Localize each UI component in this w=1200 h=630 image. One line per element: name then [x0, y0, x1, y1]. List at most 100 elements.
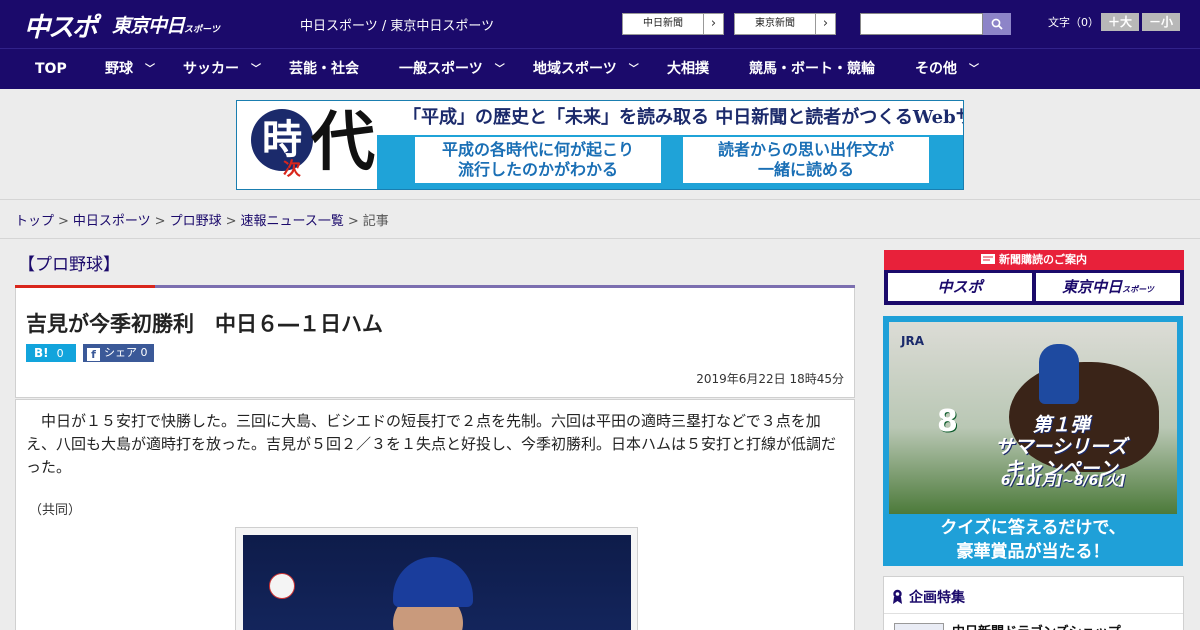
banner-box-line: 流行したのかがわかる: [457, 160, 618, 179]
hatena-bookmark-icon: B!: [34, 346, 49, 360]
article-headline: 吉見が今季初勝利 中日６―１日ハム: [26, 312, 383, 336]
article-photo[interactable]: [243, 535, 631, 630]
banner-box-left: 平成の各時代に何が起こり 流行したのかがわかる: [415, 137, 661, 183]
breadcrumb-top[interactable]: トップ: [15, 214, 54, 229]
ribbon-icon: [893, 589, 902, 604]
publish-date: 2019年6月22日 18時45分: [696, 372, 844, 386]
font-size-increase-button[interactable]: ＋大: [1101, 13, 1139, 31]
newspaper-icon: [981, 254, 995, 264]
facebook-share-count: 0: [140, 346, 148, 359]
jra-copy-line: 豪華賞品が当たる！: [956, 542, 1110, 562]
subscription-box[interactable]: 新聞購読のご案内 中スポ 東京中日スポーツ: [884, 250, 1184, 305]
nav-item-racing[interactable]: 競馬・ボート・競輪: [749, 49, 875, 89]
jra-title-line: サマーシリーズ: [995, 436, 1127, 458]
nav-label: サッカー: [183, 61, 239, 77]
subscribe-tokyo-chunichi-text: 東京中日: [1062, 278, 1123, 296]
chunichi-shimbun-label: 中日新聞: [643, 18, 683, 29]
feature-box: 企画特集 中日新聞ドラゴンズショップ: [883, 576, 1184, 630]
chevron-right-icon: ›: [703, 14, 723, 34]
article-photo-frame: [235, 527, 638, 630]
breadcrumb-separator: >: [225, 214, 237, 229]
breadcrumb-pro-baseball[interactable]: プロ野球: [170, 214, 222, 229]
subscription-header-text: 新聞購読のご案内: [999, 253, 1087, 266]
banner-logo: 時 次 代: [237, 101, 377, 189]
subscribe-tokyo-chunichi-sub: スポーツ: [1122, 285, 1154, 294]
nav-label: 野球: [105, 61, 133, 77]
nav-label: 競馬・ボート・競輪: [749, 61, 875, 77]
nav-item-soccer[interactable]: サッカー ﹀: [183, 49, 261, 89]
breadcrumb-news-list[interactable]: 速報ニュース一覧: [241, 214, 344, 229]
chevron-right-icon: ›: [815, 14, 835, 34]
feature-header-text: 企画特集: [909, 590, 965, 606]
subscription-header: 新聞購読のご案内: [884, 250, 1184, 270]
facebook-icon: f: [87, 348, 100, 361]
nav-label: その他: [915, 61, 957, 77]
banner-headline: 「平成」の歴史と「未来」を読み取る 中日新聞と読者がつくるWebサイト: [377, 101, 963, 135]
banner-box-line: 一緒に読める: [757, 160, 854, 179]
font-size-decrease-button[interactable]: －小: [1142, 13, 1180, 31]
tokyo-shimbun-link[interactable]: 東京新聞 ›: [734, 13, 836, 35]
divider: [0, 238, 1200, 239]
nav-item-other[interactable]: その他 ﹀: [915, 49, 979, 89]
banner-box-right: 読者からの思い出作文が 一緒に読める: [683, 137, 929, 183]
jra-campaign-copy: クイズに答えるだけで、 豪華賞品が当たる！: [883, 516, 1183, 564]
hatena-bookmark-count: 0: [56, 347, 64, 360]
feature-link-dragons-shop[interactable]: 中日新聞ドラゴンズショップ: [952, 621, 1121, 630]
baseball-shape: [269, 573, 295, 599]
nav-label: 一般スポーツ: [399, 61, 483, 77]
subscribe-chuspo-link[interactable]: 中スポ: [888, 273, 1032, 301]
banner-logo-dai: 代: [311, 105, 375, 180]
nav-label: 地域スポーツ: [533, 61, 617, 77]
article-credit: （共同）: [29, 503, 82, 518]
nav-item-local-sports[interactable]: 地域スポーツ ﹀: [533, 49, 639, 89]
subscribe-tokyo-chunichi-link[interactable]: 東京中日スポーツ: [1036, 273, 1180, 301]
chevron-down-icon: ﹀: [251, 64, 261, 75]
breadcrumb-current: 記事: [362, 214, 389, 229]
breadcrumb-chunichi-sports[interactable]: 中日スポーツ: [73, 214, 151, 229]
tokyo-shimbun-label: 東京新聞: [755, 18, 795, 29]
nav-label: TOP: [35, 61, 67, 77]
tokyo-chunichi-logo-sub: スポーツ: [184, 25, 220, 35]
breadcrumb: トップ > 中日スポーツ > プロ野球 > 速報ニュース一覧 > 記事: [15, 210, 389, 229]
nav-item-entertainment[interactable]: 芸能・社会: [289, 49, 359, 89]
jra-title-line: 第１弾: [1032, 414, 1090, 436]
nav-item-top[interactable]: TOP: [35, 49, 67, 89]
main-nav: TOP 野球 ﹀ サッカー ﹀ 芸能・社会 一般スポーツ ﹀ 地域スポーツ ﹀ 大相撲 …: [0, 48, 1200, 89]
search-input[interactable]: [860, 13, 983, 35]
divider: [884, 613, 1183, 614]
nav-item-general-sports[interactable]: 一般スポーツ ﹀: [399, 49, 505, 89]
banner-area: 時 次 代 「平成」の歴史と「未来」を読み取る 中日新聞と読者がつくるWebサイ…: [0, 89, 1200, 200]
breadcrumb-separator: >: [154, 214, 166, 229]
chevron-down-icon: ﹀: [628, 64, 639, 75]
site-name-link[interactable]: 中日スポーツ / 東京中日スポーツ: [300, 15, 494, 34]
jra-campaign-dates: 6/10[月]~8/6[火]: [1000, 473, 1126, 489]
magnifier-icon: [991, 18, 1003, 30]
heisei-jidai-banner[interactable]: 時 次 代 「平成」の歴史と「未来」を読み取る 中日新聞と読者がつくるWebサイ…: [236, 100, 964, 190]
jockey-shape: [1039, 344, 1079, 404]
feature-header: 企画特集: [892, 587, 965, 607]
feature-thumbnail[interactable]: [894, 623, 944, 630]
chunichi-shimbun-link[interactable]: 中日新聞 ›: [622, 13, 724, 35]
tokyo-chunichi-logo[interactable]: 東京中日スポーツ: [112, 11, 220, 38]
search-button[interactable]: [983, 13, 1011, 35]
nav-label: 芸能・社会: [289, 61, 359, 77]
chuspo-logo[interactable]: 中スポ: [24, 7, 98, 44]
chevron-down-icon: ﹀: [494, 64, 505, 75]
jra-ad-banner[interactable]: JRA 8 第１弾 サマーシリーズ キャンペーン 6/10[月]~8/6[火] …: [883, 316, 1183, 566]
nav-item-sumo[interactable]: 大相撲: [667, 49, 709, 89]
article-text: 中日が１５安打で快勝した。三回に大島、ビシエドの短長打で２点を先制。六回は平田の…: [26, 412, 837, 476]
tokyo-chunichi-logo-text: 東京中日: [112, 15, 185, 37]
hatena-bookmark-button[interactable]: B! 0: [26, 344, 76, 362]
banner-box-line: 平成の各時代に何が起こり: [441, 140, 634, 159]
chevron-down-icon: ﹀: [969, 64, 979, 75]
article-header: 吉見が今季初勝利 中日６―１日ハム B! 0 f シェア 0 2019年6月22日 …: [15, 288, 855, 398]
facebook-share-button[interactable]: f シェア 0: [83, 344, 154, 362]
player-cap-shape: [393, 557, 473, 607]
font-size-label: 文字（0）: [1048, 16, 1099, 29]
banner-logo-ji: 時: [251, 109, 313, 171]
chevron-down-icon: ﹀: [145, 64, 155, 75]
nav-item-baseball[interactable]: 野球 ﹀: [105, 49, 155, 89]
article-body: 中日が１５安打で快勝した。三回に大島、ビシエドの短長打で２点を先制。六回は平田の…: [15, 399, 855, 630]
banner-box-line: 読者からの思い出作文が: [717, 140, 894, 159]
section-title: 【プロ野球】: [18, 255, 120, 275]
